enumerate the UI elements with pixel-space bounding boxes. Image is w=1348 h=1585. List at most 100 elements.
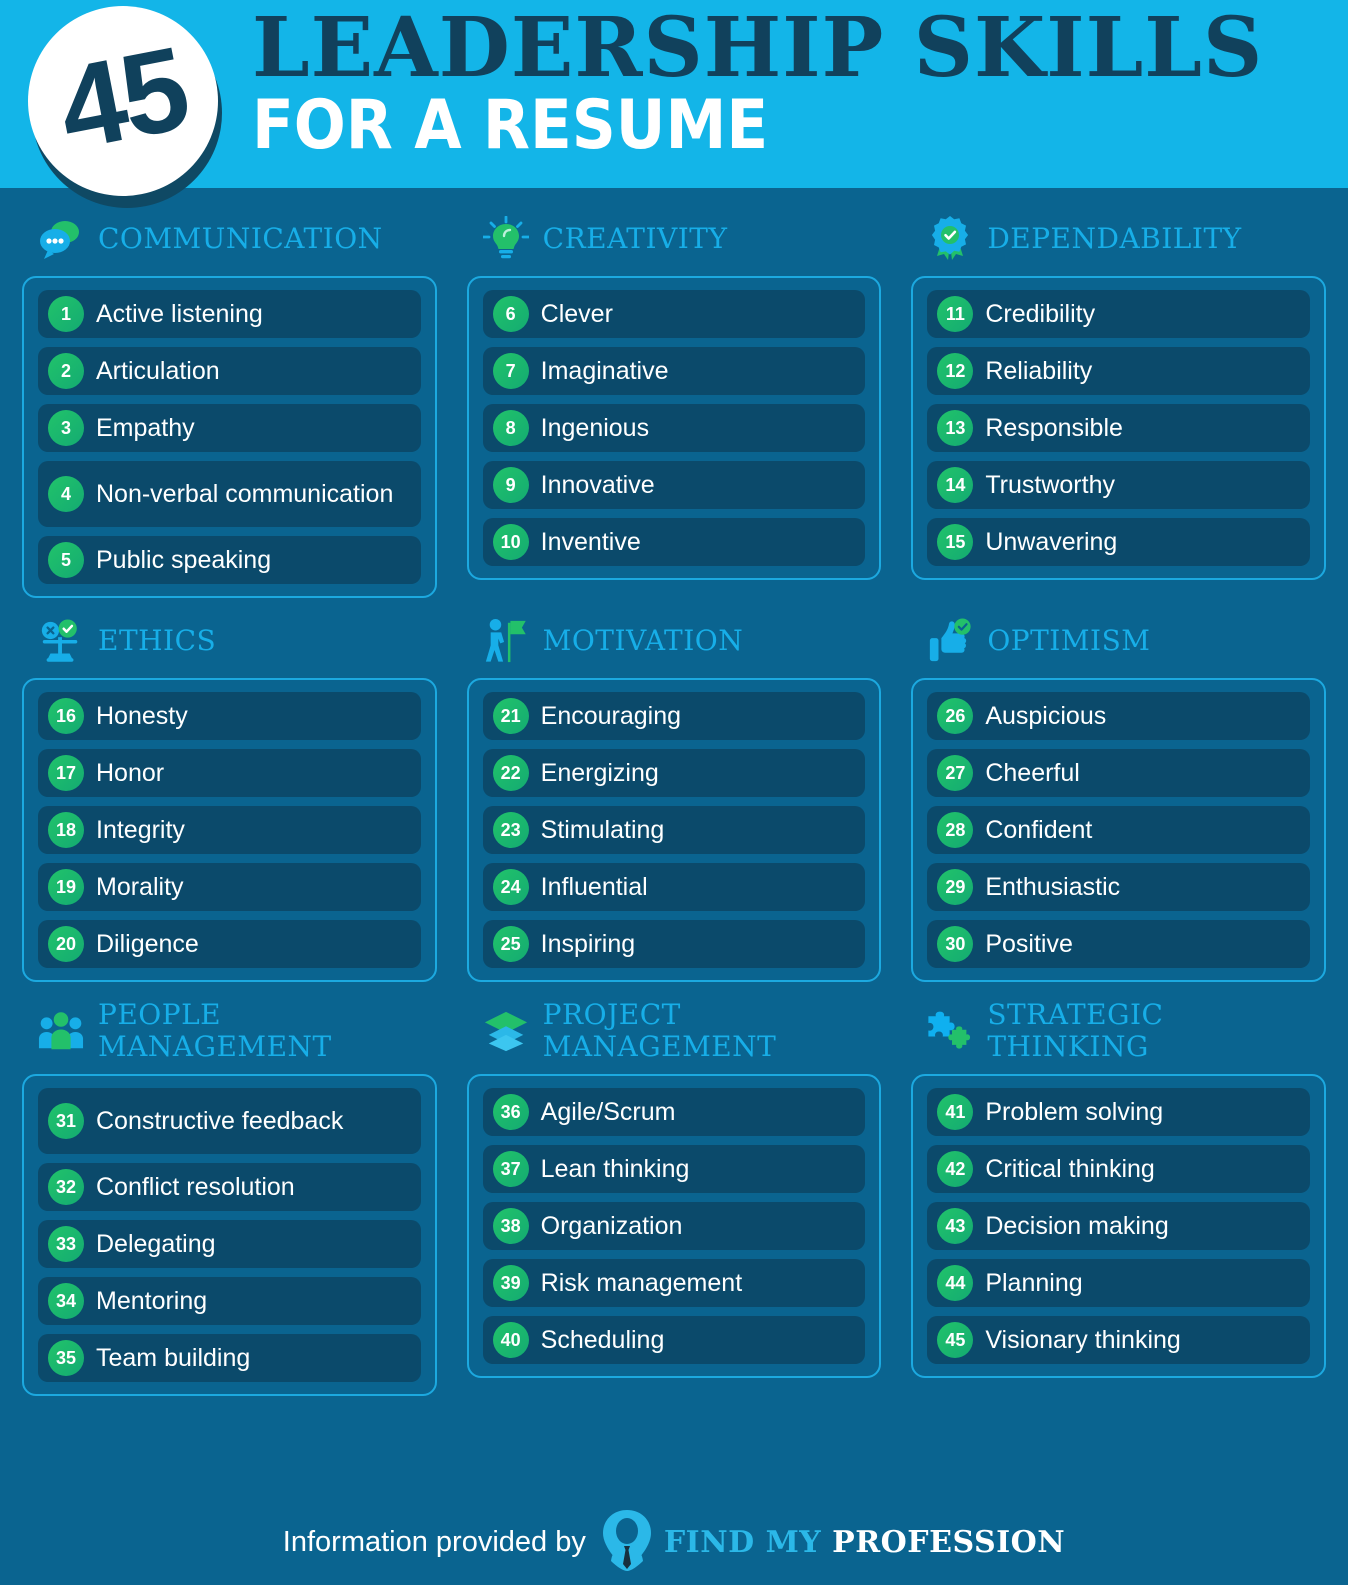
skill-item: 32 Conflict resolution <box>38 1163 421 1211</box>
category-header: CREATIVITY <box>467 202 882 276</box>
category-title: ETHICS <box>98 623 217 657</box>
skill-item: 20 Diligence <box>38 920 421 968</box>
skill-item: 34 Mentoring <box>38 1277 421 1325</box>
count-badge-circle: 45 <box>28 6 218 196</box>
count-badge-number: 45 <box>48 22 198 176</box>
skill-category-creativity: CREATIVITY 6 Clever 7 Imaginative 8 Ingenious 9… <box>466 202 882 598</box>
skill-item: 10 Inventive <box>482 518 866 566</box>
category-header: STRATEGIC THINKING <box>911 988 1326 1074</box>
skill-item: 31 Constructive feedback <box>38 1088 421 1154</box>
skill-item: 2 Articulation <box>38 347 421 395</box>
skill-number-badge: 31 <box>48 1103 84 1139</box>
category-header: MOTIVATION <box>467 604 882 678</box>
skill-item: 33 Delegating <box>38 1220 421 1268</box>
skill-number-badge: 15 <box>937 524 974 560</box>
category-header: ETHICS <box>22 604 437 678</box>
skills-grid: COMMUNICATION 1 Active listening 2 Articulat… <box>0 188 1348 1396</box>
page-subtitle: FOR A RESUME <box>252 86 769 166</box>
skill-item: 21 Encouraging <box>482 692 866 740</box>
page-title: LEADERSHIP SKILLS <box>252 0 1264 96</box>
skill-number-badge: 39 <box>492 1265 529 1301</box>
skill-number-badge: 28 <box>937 812 974 848</box>
skill-category-project-management: PROJECT MANAGEMENT 36 Agile/Scrum 37 Lean thi… <box>466 988 882 1396</box>
brand-lockup: FIND MY PROFESSION <box>602 1509 1065 1576</box>
skill-item: 43 Decision making <box>927 1202 1310 1250</box>
skill-item: 11 Credibility <box>927 290 1310 338</box>
category-title: CREATIVITY <box>542 221 728 255</box>
category-title: PROJECT MANAGEMENT <box>542 997 777 1063</box>
skill-item: 26 Auspicious <box>927 692 1310 740</box>
skill-item: 9 Innovative <box>482 461 866 509</box>
skill-item: 23 Stimulating <box>482 806 866 854</box>
skill-label: Auspicious <box>985 702 1107 730</box>
infographic-page: 45 LEADERSHIP SKILLS FOR A RESUME COMMUN… <box>0 0 1348 1585</box>
skill-number-badge: 7 <box>492 353 529 389</box>
skill-label: Integrity <box>96 816 185 844</box>
skill-number-badge: 37 <box>492 1151 529 1187</box>
skill-number-badge: 14 <box>937 467 974 503</box>
skill-number-badge: 32 <box>48 1169 84 1205</box>
category-title: OPTIMISM <box>987 623 1151 657</box>
skill-label: Credibility <box>985 300 1096 328</box>
skill-category-strategic-thinking: STRATEGIC THINKING 41 Problem solving 42 Crit… <box>911 988 1326 1396</box>
skill-label: Visionary thinking <box>985 1326 1181 1354</box>
category-header: OPTIMISM <box>911 604 1326 678</box>
person-with-flag-icon <box>483 618 529 664</box>
skill-item: 37 Lean thinking <box>482 1145 866 1193</box>
skill-item: 38 Organization <box>482 1202 866 1250</box>
skill-label: Critical thinking <box>985 1155 1155 1183</box>
skill-category-dependability: DEPENDABILITY 11 Credibility 12 Reliability 1… <box>911 202 1326 598</box>
category-header: PEOPLE MANAGEMENT <box>22 988 437 1074</box>
skill-label: Morality <box>96 873 184 901</box>
skill-item: 24 Influential <box>482 863 866 911</box>
skill-item: 44 Planning <box>927 1259 1310 1307</box>
skill-number-badge: 19 <box>48 869 84 905</box>
find-my-profession-pin-logo <box>602 1509 652 1576</box>
skill-item: 36 Agile/Scrum <box>482 1088 866 1136</box>
category-list: 31 Constructive feedback 32 Conflict resolu… <box>22 1074 437 1396</box>
category-list: 11 Credibility 12 Reliability 13 Responsible 1… <box>911 276 1326 580</box>
skill-item: 18 Integrity <box>38 806 421 854</box>
skill-item: 30 Positive <box>927 920 1310 968</box>
skill-number-badge: 21 <box>492 698 529 734</box>
skill-label: Clever <box>540 300 613 328</box>
skill-item: 5 Public speaking <box>38 536 421 584</box>
skill-number-badge: 34 <box>48 1283 84 1319</box>
skill-number-badge: 16 <box>48 698 84 734</box>
skill-item: 15 Unwavering <box>927 518 1310 566</box>
layers-stack-icon <box>483 1008 529 1054</box>
skill-number-badge: 5 <box>48 542 84 578</box>
skill-number-badge: 36 <box>492 1094 529 1130</box>
skill-number-badge: 3 <box>48 410 84 446</box>
skill-number-badge: 6 <box>492 296 529 332</box>
skill-number-badge: 10 <box>492 524 529 560</box>
skill-item: 3 Empathy <box>38 404 421 452</box>
skill-number-badge: 13 <box>937 410 974 446</box>
skill-label: Innovative <box>540 471 655 499</box>
skill-label: Encouraging <box>540 702 682 730</box>
skill-label: Stimulating <box>540 816 665 844</box>
brand-name: FIND MY PROFESSION <box>664 1525 1065 1560</box>
skill-item: 35 Team building <box>38 1334 421 1382</box>
skill-item: 41 Problem solving <box>927 1088 1310 1136</box>
skill-number-badge: 29 <box>937 869 974 905</box>
skill-number-badge: 42 <box>937 1151 974 1187</box>
skill-label: Energizing <box>540 759 659 787</box>
skill-category-optimism: OPTIMISM 26 Auspicious 27 Cheerful 28 Confiden… <box>911 604 1326 982</box>
skill-item: 17 Honor <box>38 749 421 797</box>
skill-label: Organization <box>540 1212 683 1240</box>
skill-label: Diligence <box>96 930 199 958</box>
skill-item: 27 Cheerful <box>927 749 1310 797</box>
skill-label: Non-verbal communication <box>96 480 394 508</box>
skill-number-badge: 33 <box>48 1226 84 1262</box>
category-title: DEPENDABILITY <box>987 221 1242 255</box>
skill-label: Responsible <box>985 414 1123 442</box>
category-header: PROJECT MANAGEMENT <box>467 988 882 1074</box>
skill-number-badge: 45 <box>937 1322 974 1358</box>
skill-label: Planning <box>985 1269 1083 1297</box>
skill-label: Decision making <box>985 1212 1169 1240</box>
skill-label: Ingenious <box>540 414 650 442</box>
skill-number-badge: 25 <box>492 926 529 962</box>
award-ribbon-icon <box>927 216 973 262</box>
skill-item: 28 Confident <box>927 806 1310 854</box>
